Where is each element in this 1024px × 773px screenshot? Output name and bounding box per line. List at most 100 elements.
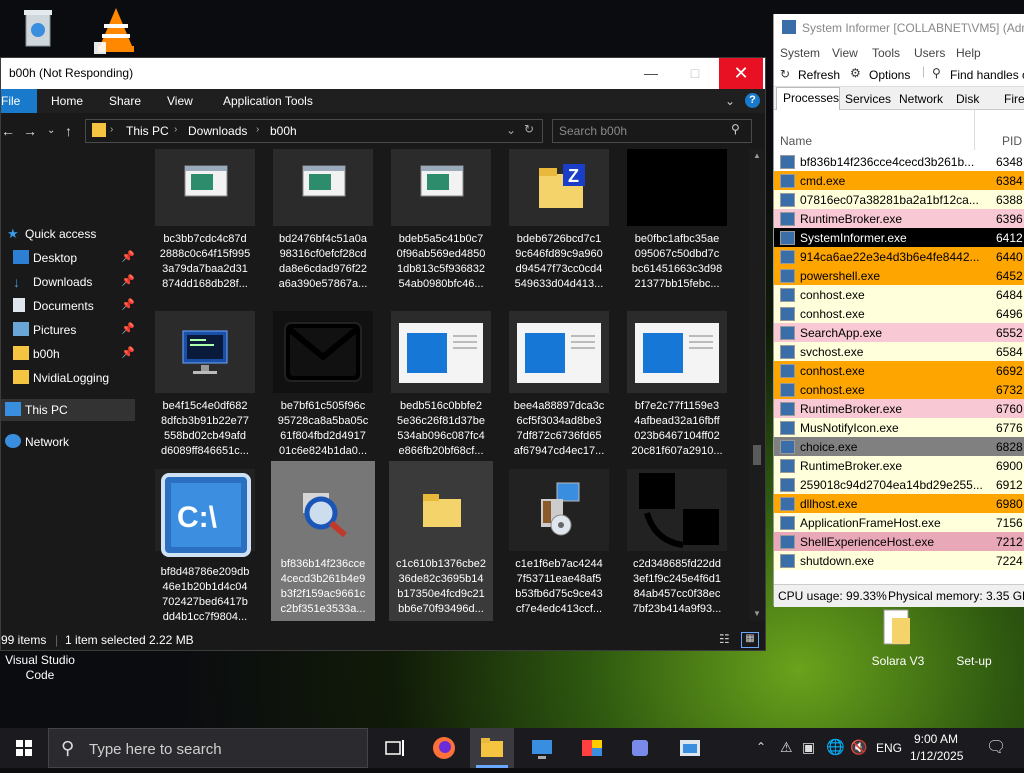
process-row[interactable]: conhost.exe 6732	[774, 380, 1024, 399]
scroll-down-icon[interactable]: ▼	[753, 609, 761, 618]
file-item-selected[interactable]: bf836b14f236cce 4cecd3b261b4e9 b3f2f159a…	[271, 461, 375, 621]
recycle-bin-icon[interactable]	[18, 6, 58, 50]
solara-shortcut-label[interactable]: Solara V3	[858, 654, 938, 668]
clock-date[interactable]: 1/12/2025	[910, 749, 963, 763]
file-icon[interactable]	[878, 608, 918, 650]
find-handles-button[interactable]: Find handles o	[950, 68, 1024, 82]
large-icons-view-icon[interactable]: ▦	[741, 632, 759, 648]
tab-firewall[interactable]: Firew	[1004, 92, 1024, 106]
help-icon[interactable]: ?	[745, 93, 760, 108]
language-indicator[interactable]: ENG	[876, 741, 902, 755]
file-item[interactable]: c2d348685fd22dd 3ef1f9c245e4f6d1 84ab457…	[625, 469, 729, 619]
column-name-header[interactable]: Name	[780, 134, 812, 148]
process-row[interactable]: RuntimeBroker.exe 6760	[774, 399, 1024, 418]
firefox-icon[interactable]	[430, 734, 458, 762]
scroll-thumb[interactable]	[753, 445, 761, 465]
file-item[interactable]: bf7e2c77f1159e3 4afbead32a16fbff 023b646…	[625, 311, 729, 461]
sidebar-item-pictures[interactable]: Pictures 📌	[1, 319, 135, 341]
file-item[interactable]: bdeb5a5c41b0c7 0f96ab569ed4850 1db813c5f…	[389, 149, 493, 294]
process-row[interactable]: bf836b14f236cce4cecd3b261b... 6348	[774, 152, 1024, 171]
file-item[interactable]: be4f15c4e0df682 8dfcb3b91b22e77 558bd02c…	[153, 311, 257, 461]
si-titlebar[interactable]: System Informer [COLLABNET\VM5] (Adm	[774, 14, 1024, 40]
chevron-down-icon[interactable]: ⌄	[506, 123, 516, 137]
file-item[interactable]: Z bdeb6726bcd7c1 9c646fd89c9a960 d94547f…	[507, 149, 611, 294]
maximize-button[interactable]: □	[673, 58, 717, 89]
process-row[interactable]: RuntimeBroker.exe 6900	[774, 456, 1024, 475]
search-icon[interactable]: ⚲	[731, 122, 740, 136]
process-row[interactable]: ShellExperienceHost.exe 7212	[774, 532, 1024, 551]
process-row[interactable]: SystemInformer.exe 6412	[774, 228, 1024, 247]
tab-processes[interactable]: Processes	[776, 87, 840, 110]
refresh-icon[interactable]: ↻	[524, 122, 534, 136]
file-item[interactable]: c1c610b1376cbe2 36de82c3695b14 b17350e4f…	[389, 461, 493, 621]
chevron-down-icon[interactable]: ⌄	[47, 125, 55, 136]
tab-services[interactable]: Services	[845, 92, 891, 106]
sidebar-item-quick-access[interactable]: ★ Quick access	[1, 223, 135, 245]
gear-icon[interactable]: ⚙	[850, 66, 861, 80]
process-row[interactable]: conhost.exe 6692	[774, 361, 1024, 380]
process-row[interactable]: cmd.exe 6384	[774, 171, 1024, 190]
process-row[interactable]: MusNotifyIcon.exe 6776	[774, 418, 1024, 437]
menu-users[interactable]: Users	[914, 46, 945, 60]
tab-application-tools[interactable]: Application Tools	[223, 94, 313, 108]
tab-file[interactable]: File	[1, 89, 37, 113]
globe-icon[interactable]: 🌐	[826, 738, 845, 756]
column-pid-header[interactable]: PID	[1002, 134, 1022, 148]
sidebar-item-b00h[interactable]: b00h 📌	[1, 343, 135, 365]
file-explorer-taskbar-button[interactable]	[470, 728, 514, 768]
refresh-button[interactable]: Refresh	[798, 68, 840, 82]
process-row[interactable]: 914ca6ae22e3e4d3b6e4fe8442... 6440	[774, 247, 1024, 266]
window-app-icon[interactable]	[676, 734, 704, 762]
chevron-up-icon[interactable]: ⌃	[756, 740, 766, 754]
file-item[interactable]: bc3bb7cdc4c87d 2888c0c64f15f995 3a79da7b…	[153, 149, 257, 294]
process-row[interactable]: 07816ec07a38281ba2a1bf12ca... 6388	[774, 190, 1024, 209]
file-item[interactable]: bedb516c0bbfe2 5e36c26f81d37be 534ab096c…	[389, 311, 493, 461]
back-arrow-icon[interactable]: ←	[1, 123, 15, 139]
vlc-icon[interactable]	[92, 6, 140, 54]
task-view-icon[interactable]	[380, 734, 408, 762]
process-row[interactable]: RuntimeBroker.exe 6396	[774, 209, 1024, 228]
tab-disk[interactable]: Disk	[956, 92, 979, 106]
search-input[interactable]: Search b00h ⚲	[552, 119, 752, 143]
menu-view[interactable]: View	[832, 46, 858, 60]
process-row[interactable]: 259018c94d2704ea14bd29e255... 6912	[774, 475, 1024, 494]
notification-app-icon[interactable]: ⚠	[780, 739, 793, 756]
minimize-button[interactable]: —	[629, 58, 673, 89]
tab-home[interactable]: Home	[51, 94, 83, 108]
file-item[interactable]: be0fbc1afbc35ae 095067c50dbd7c bc6145166…	[625, 149, 729, 294]
address-bar[interactable]: › This PC › Downloads › b00h ⌄ ↻	[85, 119, 543, 143]
process-row[interactable]: SearchApp.exe 6552	[774, 323, 1024, 342]
breadcrumb-downloads[interactable]: Downloads	[188, 124, 247, 138]
process-row[interactable]: conhost.exe 6484	[774, 285, 1024, 304]
chevron-down-icon[interactable]: ⌄	[725, 94, 735, 108]
notification-center-icon[interactable]: 🗨	[986, 737, 1006, 757]
menu-tools[interactable]: Tools	[872, 46, 900, 60]
process-row[interactable]: conhost.exe 6496	[774, 304, 1024, 323]
forward-arrow-icon[interactable]: →	[23, 123, 37, 139]
setup-shortcut-label[interactable]: Set-up	[944, 654, 1004, 668]
file-item[interactable]: be7bf61c505f96c 95728ca8a5ba05c 61f804fb…	[271, 311, 375, 461]
network-icon[interactable]: ▣	[802, 739, 815, 756]
up-arrow-icon[interactable]: ↑	[65, 123, 72, 139]
process-row[interactable]: shutdown.exe 7224	[774, 551, 1024, 570]
process-row[interactable]: ApplicationFrameHost.exe 7156	[774, 513, 1024, 532]
colorful-app-icon[interactable]	[578, 734, 606, 762]
file-item[interactable]: bd2476bf4c51a0a 98316cf0efcf28cd da8e6cd…	[271, 149, 375, 294]
breadcrumb-this-pc[interactable]: This PC	[126, 124, 169, 138]
clock-time[interactable]: 9:00 AM	[914, 732, 958, 746]
file-item[interactable]: C:\ bf8d48786e209db 46e1b20b1d4c04 70242…	[153, 469, 257, 621]
process-row[interactable]: choice.exe 6828	[774, 437, 1024, 456]
tab-view[interactable]: View	[167, 94, 193, 108]
refresh-icon[interactable]: ↻	[780, 67, 790, 81]
sidebar-item-network[interactable]: Network	[1, 431, 135, 453]
start-button[interactable]	[0, 728, 48, 768]
options-button[interactable]: Options	[869, 68, 910, 82]
search-icon[interactable]: ⚲	[932, 66, 941, 80]
vertical-scrollbar[interactable]: ▲ ▼	[749, 149, 765, 621]
close-button[interactable]: ✕	[719, 58, 763, 89]
file-item[interactable]: bee4a88897dca3c 6cf5f3034ad8be3 7df872c6…	[507, 311, 611, 461]
process-row[interactable]: svchost.exe 6584	[774, 342, 1024, 361]
tab-network[interactable]: Network	[899, 92, 943, 106]
sidebar-item-desktop[interactable]: Desktop 📌	[1, 247, 135, 269]
sidebar-item-downloads[interactable]: ↓ Downloads 📌	[1, 271, 135, 293]
